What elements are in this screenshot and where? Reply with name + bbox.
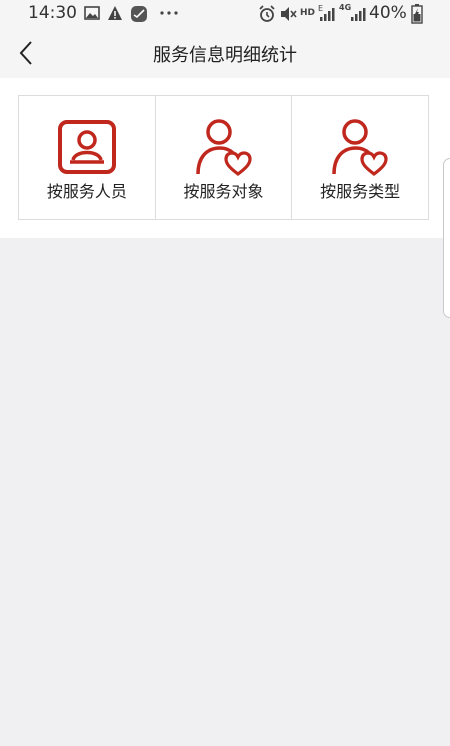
header: 服务信息明细统计 xyxy=(0,28,450,78)
menu-label-by-type: 按服务类型 xyxy=(320,182,401,201)
alert-icon xyxy=(108,6,122,20)
menu-item-by-recipient[interactable]: 按服务对象 xyxy=(156,96,293,219)
menu-label-by-recipient: 按服务对象 xyxy=(183,182,264,201)
signal-icon xyxy=(320,8,335,21)
signal-4g-icon xyxy=(351,8,366,21)
app-check-icon xyxy=(131,6,147,22)
network-hd-label: HD xyxy=(300,8,316,18)
menu-item-by-staff[interactable]: 按服务人员 xyxy=(19,96,156,219)
image-icon xyxy=(84,6,100,20)
person-heart-icon xyxy=(195,119,252,177)
menu-label-by-staff: 按服务人员 xyxy=(46,182,127,201)
edge-panel-handle[interactable] xyxy=(443,158,450,318)
battery-percent: 40% xyxy=(369,3,407,23)
alarm-icon xyxy=(259,5,275,22)
status-bar: 14:30 HD E 4G 40% xyxy=(0,0,450,28)
menu-grid: 按服务人员 按服务对象 按服务类型 xyxy=(18,95,429,220)
status-time: 14:30 xyxy=(28,3,77,23)
more-dots-icon xyxy=(160,11,178,15)
battery-icon xyxy=(411,4,423,24)
page-title: 服务信息明细统计 xyxy=(153,45,297,66)
person-heart-icon xyxy=(332,119,388,177)
menu-item-by-type[interactable]: 按服务类型 xyxy=(292,96,428,219)
mute-icon xyxy=(281,7,297,21)
statistics-card: 按服务人员 按服务对象 按服务类型 xyxy=(0,78,450,238)
contact-card-icon xyxy=(57,120,116,174)
